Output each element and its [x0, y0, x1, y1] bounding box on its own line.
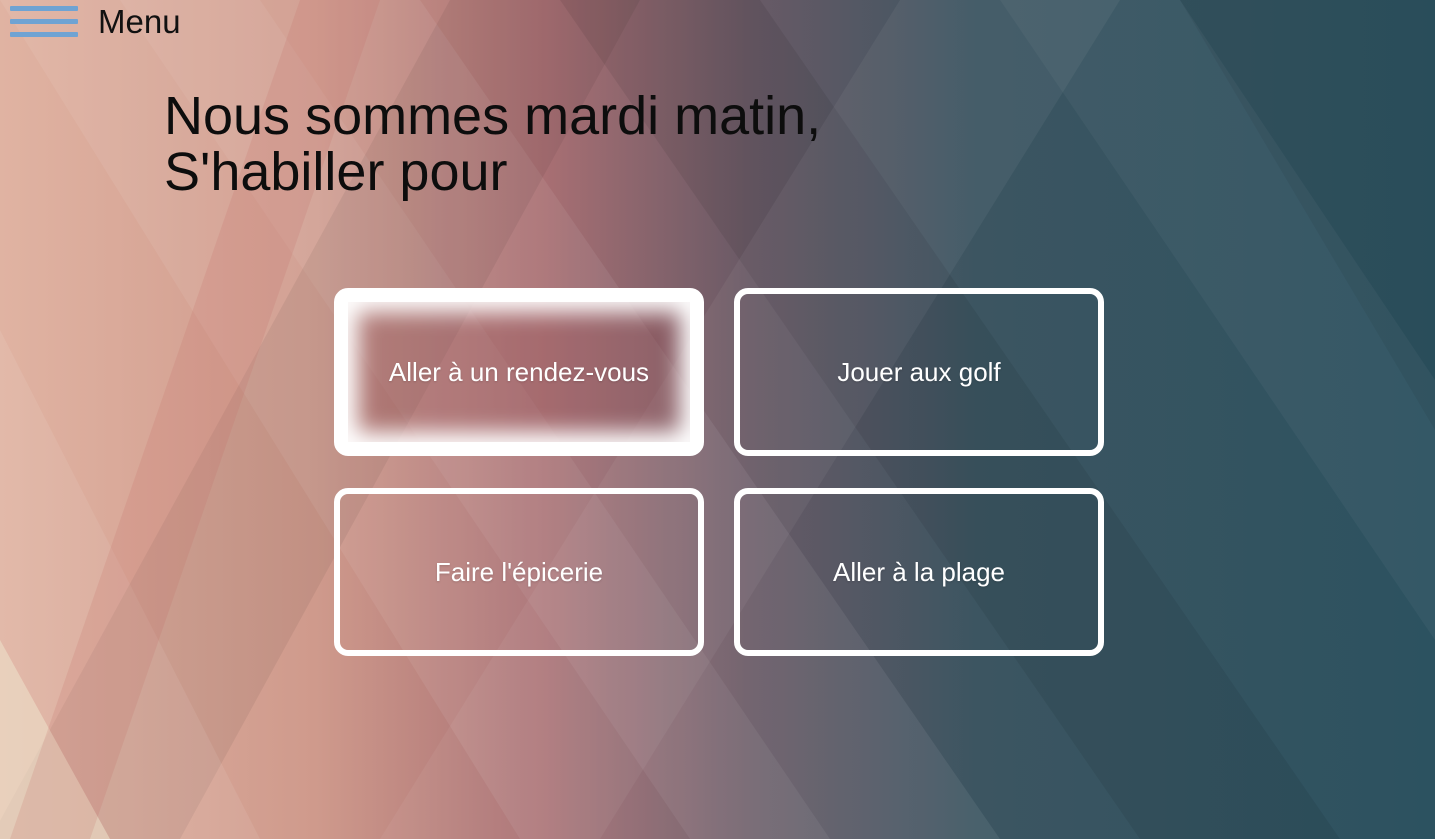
- option-aller-a-un-rendez-vous[interactable]: Aller à un rendez-vous: [334, 288, 704, 456]
- option-label: Aller à la plage: [833, 556, 1005, 587]
- menu-button[interactable]: Menu: [10, 0, 181, 44]
- heading-line-2: S'habiller pour: [164, 142, 508, 202]
- option-faire-l-epicerie[interactable]: Faire l'épicerie: [334, 488, 704, 656]
- option-label: Faire l'épicerie: [434, 556, 604, 587]
- menu-label: Menu: [98, 3, 181, 40]
- option-aller-a-la-plage[interactable]: Aller à la plage: [734, 488, 1104, 656]
- option-label: Aller à un rendez-vous: [388, 356, 650, 387]
- option-label: Jouer aux golf: [837, 356, 1001, 387]
- activity-options: Aller à un rendez-vous Jouer aux golf Fa…: [334, 288, 1104, 658]
- hamburger-icon[interactable]: [10, 4, 78, 40]
- heading-line-1: Nous sommes mardi matin,: [164, 86, 822, 146]
- page-heading: Nous sommes mardi matin, S'habiller pour: [164, 88, 821, 200]
- option-jouer-aux-golf[interactable]: Jouer aux golf: [734, 288, 1104, 456]
